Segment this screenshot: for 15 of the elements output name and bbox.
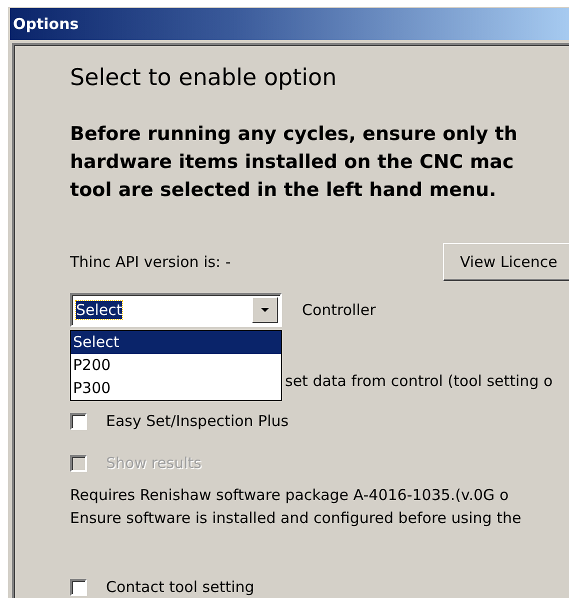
view-licence-button[interactable]: View Licence: [443, 243, 569, 281]
option-label: set data from control (tool setting o: [285, 372, 553, 390]
heading: Select to enable option: [70, 64, 337, 93]
controller-label: Controller: [302, 301, 376, 319]
checkbox-label[interactable]: Contact tool setting: [106, 578, 254, 596]
checkbox-label[interactable]: Easy Set/Inspection Plus: [106, 412, 289, 430]
warning-text: Before running any cycles, ensure only th hardware items installed on the CNC mac tool are selected in the left hand menu.: [70, 122, 518, 203]
window-title: Options: [13, 15, 79, 33]
controller-dropdown[interactable]: Select: [70, 293, 282, 327]
dropdown-option[interactable]: Select: [71, 331, 281, 354]
note-text: Requires Renishaw software package A-4016-1035.(v.0G o: [70, 486, 509, 504]
checkbox[interactable]: [70, 412, 87, 430]
checkbox[interactable]: [70, 578, 87, 596]
note-text: Ensure software is installed and configured before using the: [70, 509, 522, 527]
api-version-label: Thinc API version is: -: [70, 253, 232, 271]
